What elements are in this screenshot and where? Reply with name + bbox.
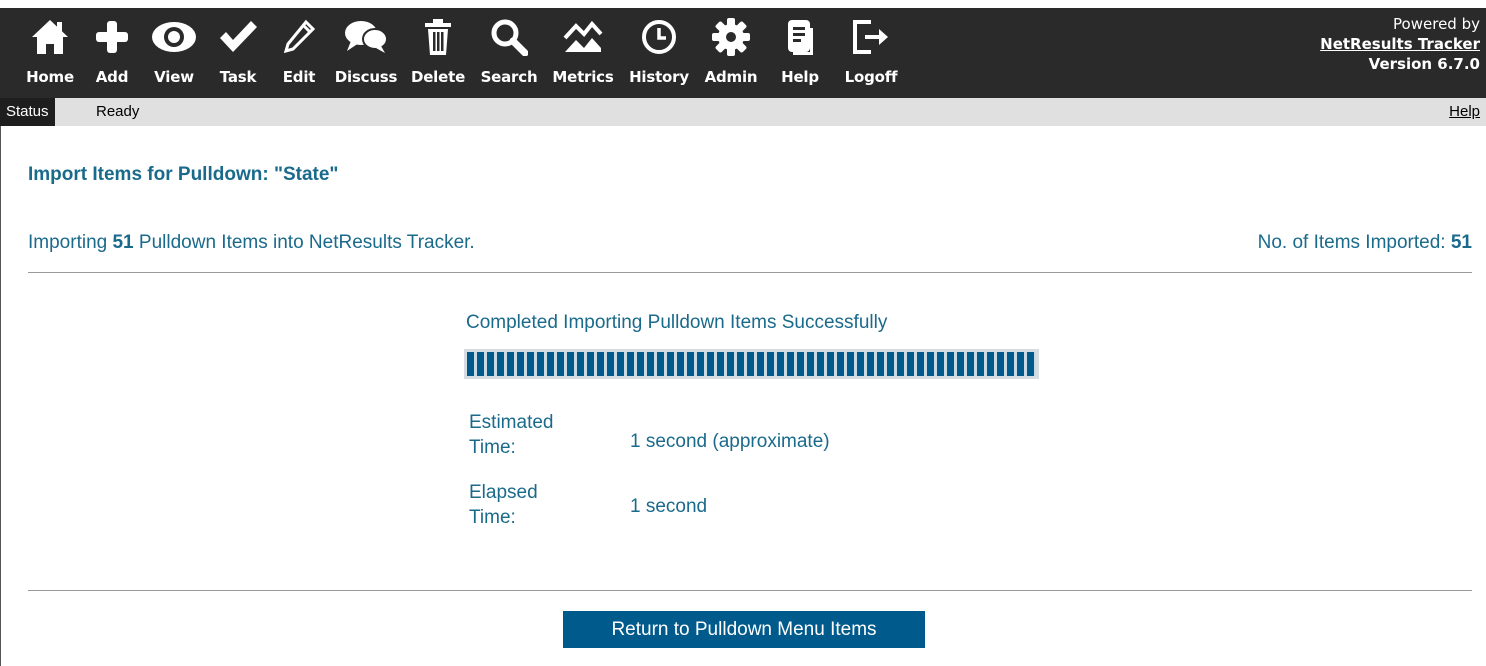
home-label: Home xyxy=(26,68,74,86)
trash-icon xyxy=(423,12,453,62)
chat-bubbles-icon xyxy=(343,12,389,62)
page-title: Import Items for Pulldown: "State" xyxy=(28,164,339,185)
estimated-time-value: 1 second (approximate) xyxy=(630,431,830,452)
history-label: History xyxy=(629,68,689,86)
estimated-label-line1: Estimated xyxy=(469,412,554,433)
add-label: Add xyxy=(95,68,129,86)
search-button[interactable]: Search xyxy=(476,12,542,98)
help-button[interactable]: Help xyxy=(768,12,832,98)
help-label: Help xyxy=(781,68,819,86)
edit-button[interactable]: Edit xyxy=(272,12,326,98)
delete-label: Delete xyxy=(410,68,466,86)
status-bar: Status Ready Help xyxy=(0,98,1486,126)
line-chart-icon xyxy=(562,12,604,62)
delete-button[interactable]: Delete xyxy=(406,12,470,98)
imported-count: 51 xyxy=(1450,232,1472,253)
elapsed-time-label: Elapsed Time: xyxy=(469,480,538,530)
progress-bar xyxy=(464,349,1039,379)
return-to-pulldown-button[interactable]: Return to Pulldown Menu Items xyxy=(563,611,925,648)
progress-fill xyxy=(467,352,1036,376)
elapsed-label-line2: Time: xyxy=(469,507,516,528)
view-button[interactable]: View xyxy=(144,12,204,98)
search-label: Search xyxy=(480,68,538,86)
home-button[interactable]: Home xyxy=(20,12,80,98)
admin-label: Admin xyxy=(704,68,758,86)
product-link[interactable]: NetResults Tracker xyxy=(1320,35,1480,53)
top-toolbar: Home Add View Task Edit Discuss Delete S… xyxy=(0,0,1486,98)
add-button[interactable]: Add xyxy=(86,12,138,98)
importing-suffix: Pulldown Items into NetResults Tracker. xyxy=(138,232,475,253)
eye-icon xyxy=(150,12,198,62)
elapsed-time-value: 1 second xyxy=(630,496,708,517)
imported-summary: No. of Items Imported: 51 xyxy=(1258,232,1472,254)
status-key: Status xyxy=(0,98,55,126)
toolbar-buttons: Home Add View Task Edit Discuss Delete S… xyxy=(20,12,910,98)
logout-icon xyxy=(851,12,891,62)
history-button[interactable]: History xyxy=(624,12,694,98)
metrics-label: Metrics xyxy=(552,68,614,86)
importing-prefix: Importing xyxy=(28,232,108,253)
imported-label: No. of Items Imported: xyxy=(1257,232,1446,253)
task-button[interactable]: Task xyxy=(210,12,266,98)
completed-message: Completed Importing Pulldown Items Succe… xyxy=(466,312,888,333)
discuss-button[interactable]: Discuss xyxy=(332,12,400,98)
check-icon xyxy=(217,12,259,62)
estimated-time-label: Estimated Time: xyxy=(469,410,553,460)
importing-count: 51 xyxy=(112,232,134,253)
view-label: View xyxy=(154,68,194,86)
status-help-link[interactable]: Help xyxy=(1449,98,1480,126)
status-value: Ready xyxy=(96,103,140,120)
estimated-label-line2: Time: xyxy=(469,437,516,458)
gear-icon xyxy=(711,12,751,62)
elapsed-label-line1: Elapsed xyxy=(469,482,538,503)
admin-button[interactable]: Admin xyxy=(700,12,762,98)
document-icon xyxy=(785,12,815,62)
metrics-button[interactable]: Metrics xyxy=(548,12,618,98)
clock-icon xyxy=(640,12,678,62)
discuss-label: Discuss xyxy=(334,68,398,86)
divider-top xyxy=(28,272,1472,273)
logoff-button[interactable]: Logoff xyxy=(838,12,904,98)
pencil-icon xyxy=(282,12,316,62)
magnifier-icon xyxy=(490,12,528,62)
powered-by-text: Powered by xyxy=(1393,15,1480,33)
task-label: Task xyxy=(219,68,257,86)
version-text: Version 6.7.0 xyxy=(1368,55,1480,73)
importing-summary: Importing 51 Pulldown Items into NetResu… xyxy=(28,232,475,254)
edit-label: Edit xyxy=(282,68,316,86)
logoff-label: Logoff xyxy=(844,68,898,86)
brand-block: Powered by NetResults Tracker Version 6.… xyxy=(1320,14,1480,74)
plus-icon xyxy=(94,12,130,62)
home-icon xyxy=(30,12,70,62)
divider-bottom xyxy=(28,590,1472,591)
